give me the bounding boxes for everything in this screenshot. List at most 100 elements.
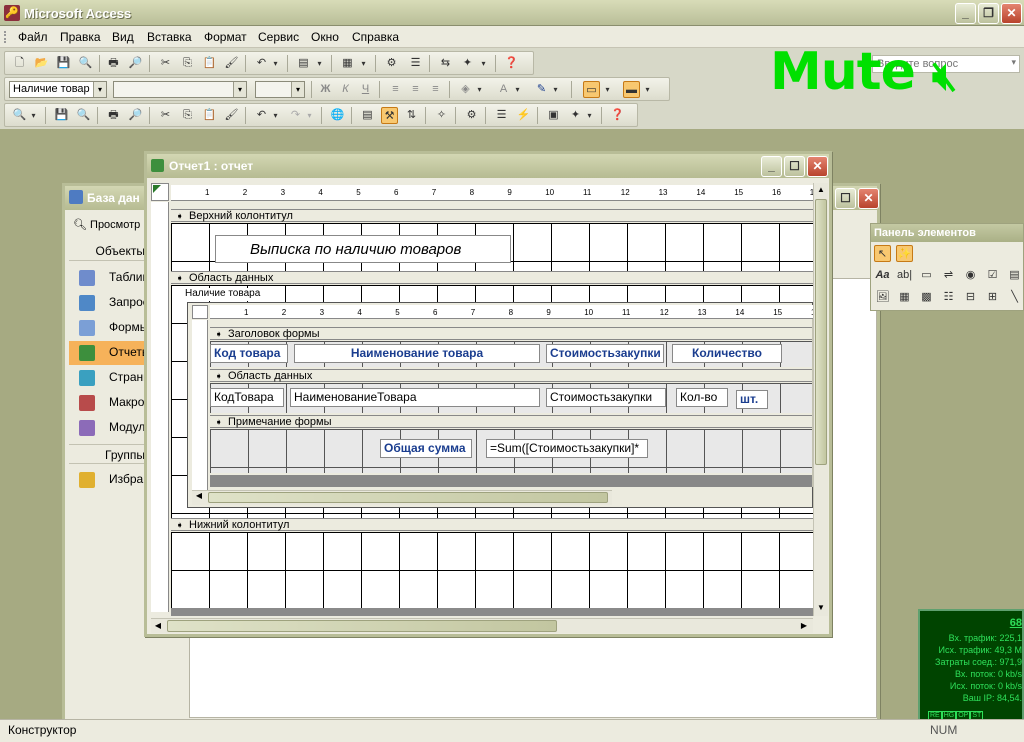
subform-detail-grid[interactable]: КодТовара НаименованиеТовара Стоимостьза… [210,383,814,413]
chevron-down-icon[interactable]: ▾ [29,107,38,124]
report-vscroll-thumb[interactable] [815,199,827,465]
scroll-left-icon[interactable]: ◀ [192,491,206,504]
form-footer-grid[interactable]: Общая сумма =Sum([Стоимостьзакупки]* [210,429,814,473]
page-break-icon[interactable]: ☷ [940,289,957,306]
chevron-down-icon[interactable]: ▾ [93,82,106,97]
chevron-down-icon[interactable]: ▾ [271,107,280,124]
subform-tool-icon[interactable]: ⊞ [984,289,1001,306]
analyze-icon[interactable]: ▦ [339,55,356,72]
line-tool-icon[interactable]: ╲ [1006,289,1023,306]
subform-selector[interactable] [192,305,208,319]
unbound-object-icon[interactable]: ▦ [896,289,913,306]
help-icon[interactable]: ❓ [503,55,520,72]
menu-format[interactable]: Формат [204,30,247,44]
chevron-down-icon[interactable]: ▾ [643,81,652,98]
fill-color-icon[interactable]: ◈ [457,81,474,98]
chevron-down-icon[interactable]: ▾ [585,107,594,124]
scroll-right-icon[interactable]: ▶ [797,619,811,633]
font-combo[interactable]: ▾ [113,81,247,98]
relationships-icon[interactable]: ⇆ [437,55,454,72]
subform-vertical-ruler[interactable] [192,320,208,490]
option-button-icon[interactable]: ◉ [962,267,979,284]
field-purchase-cost[interactable]: Стоимостьзакупки [546,388,666,407]
undo-icon[interactable]: ↶ [253,55,270,72]
align-left-icon[interactable]: ≡ [387,81,404,98]
combo-box-icon[interactable]: ▤ [1006,267,1023,284]
tab-control-icon[interactable]: ⊟ [962,289,979,306]
properties-icon[interactable]: ☰ [407,55,424,72]
copy-icon[interactable]: ⎘ [179,55,196,72]
chevron-down-icon[interactable]: ▾ [291,82,304,97]
special-effect-icon[interactable]: ▬ [623,81,640,98]
line-color-icon[interactable]: ✎ [533,81,550,98]
nav-item-queries[interactable]: Запросы [69,291,149,315]
objects-header[interactable]: Объекты [69,241,149,261]
restore-button[interactable]: ❐ [978,3,999,24]
menu-insert[interactable]: Вставка [147,30,192,44]
field-product-code[interactable]: КодТовара [210,388,284,407]
chevron-down-icon[interactable]: ▾ [315,55,324,72]
chevron-down-icon[interactable]: ▾ [1011,57,1016,68]
menu-window[interactable]: Окно [311,30,339,44]
chevron-down-icon[interactable]: ▾ [475,81,484,98]
print-preview-icon[interactable]: 🔎 [127,55,144,72]
menu-help[interactable]: Справка [352,30,399,44]
chevron-down-icon[interactable]: ▾ [551,81,560,98]
image-tool-icon[interactable]: 🖼 [874,289,891,306]
bold-icon[interactable]: Ж [317,81,334,98]
band-form-footer[interactable]: ➧ Примечание формы [210,415,814,428]
redo-icon[interactable]: ↷ [287,107,304,124]
font-color-icon[interactable]: A [495,81,512,98]
band-page-footer[interactable]: ➧ Нижний колонтитул [171,518,813,531]
format-painter-icon[interactable]: 🖌 [223,107,240,124]
nav-item-modules[interactable]: Модули [69,416,149,440]
scroll-up-icon[interactable]: ▲ [814,183,828,197]
header-label-code[interactable]: Код товара [210,344,288,363]
horizontal-ruler[interactable]: 1234567891011121314151617 [171,185,813,201]
report-close-button[interactable]: ✕ [807,156,828,177]
object-combo[interactable]: Наличие товар ▾ [9,81,107,98]
report-maximize-button[interactable]: ☐ [784,156,805,177]
copy-icon[interactable]: ⎘ [179,107,196,124]
new-icon[interactable]: 🗋 [11,55,28,72]
italic-icon[interactable]: К [337,81,354,98]
paste-icon[interactable]: 📋 [201,107,218,124]
builder-icon[interactable]: ⚡ [515,107,532,124]
page-header-grid[interactable]: Выписка по наличию товаров [171,223,813,271]
save-icon[interactable]: 💾 [55,55,72,72]
report-horizontal-scrollbar[interactable]: ◀ ▶ [151,618,813,633]
db-maximize-button[interactable]: ☐ [835,188,856,209]
border-style-icon[interactable]: ▭ [583,81,600,98]
menu-tools[interactable]: Сервис [258,30,299,44]
nav-item-tables[interactable]: Таблицы [69,266,149,290]
open-icon[interactable]: 📂 [33,55,50,72]
total-sum-label[interactable]: Общая сумма [380,439,472,458]
band-form-header[interactable]: ➧ Заголовок формы [210,327,814,340]
format-painter-icon[interactable]: 🖌 [223,55,240,72]
chevron-down-icon[interactable]: ▾ [233,82,246,97]
band-page-header[interactable]: ➧ Верхний колонтитул [171,209,813,222]
db-close-button[interactable]: ✕ [858,188,879,209]
field-product-name[interactable]: НаименованиеТовара [290,388,540,407]
close-button[interactable]: ✕ [1001,3,1022,24]
hyperlink-icon[interactable]: 🌐 [329,107,346,124]
chevron-down-icon[interactable]: ▾ [271,55,280,72]
print-preview-icon[interactable]: 🔎 [127,107,144,124]
save-icon[interactable]: 💾 [53,107,70,124]
unit-label[interactable]: шт. [736,390,768,409]
scroll-left-icon[interactable]: ◀ [151,619,165,633]
menu-view[interactable]: Вид [112,30,134,44]
code-icon[interactable]: ⚙ [463,107,480,124]
subreport-control[interactable]: 12345678910111213141516 ➧ Заголовок форм… [187,302,814,508]
toolbox-icon[interactable]: ⚒ [381,107,398,124]
nav-item-forms[interactable]: Формы [69,316,149,340]
menu-edit[interactable]: Правка [60,30,101,44]
database-window-icon[interactable]: ▣ [545,107,562,124]
vertical-ruler[interactable] [151,202,169,612]
help-icon[interactable]: ❓ [609,107,626,124]
form-header-grid[interactable]: Код товара Наименование товара Стоимость… [210,341,814,367]
band-detail[interactable]: ➧ Область данных [171,271,813,284]
new-object-icon[interactable]: ✦ [459,55,476,72]
subreport-label[interactable]: Наличие товара [185,288,275,301]
minimize-button[interactable]: _ [955,3,976,24]
